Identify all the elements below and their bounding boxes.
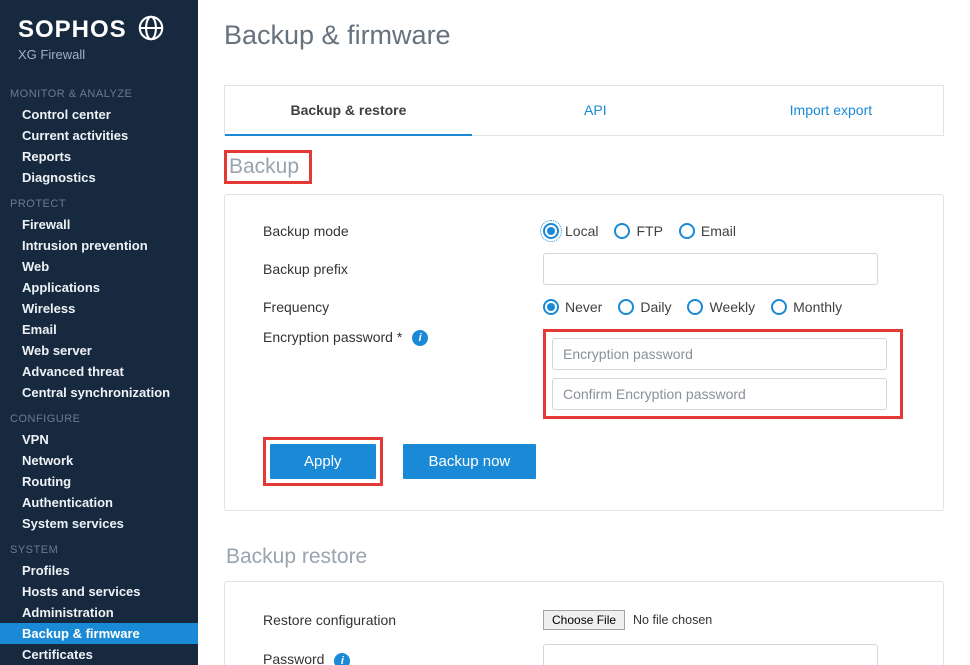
backup-prefix-input[interactable] bbox=[543, 253, 878, 285]
radio-mode-email[interactable]: Email bbox=[679, 223, 736, 239]
label-restore-password: Password i bbox=[263, 651, 543, 665]
radio-label: Daily bbox=[640, 299, 671, 315]
restore-panel: Restore configuration Choose File No fil… bbox=[224, 581, 944, 665]
page-title: Backup & firmware bbox=[224, 20, 944, 51]
radio-icon bbox=[543, 299, 559, 315]
radio-freq-daily[interactable]: Daily bbox=[618, 299, 671, 315]
backup-mode-radios: Local FTP Email bbox=[543, 223, 905, 239]
sidebar: SOPHOS XG Firewall MONITOR & ANALYZECont… bbox=[0, 0, 198, 665]
tab-backup-restore[interactable]: Backup & restore bbox=[225, 86, 472, 136]
label-backup-prefix: Backup prefix bbox=[263, 261, 543, 277]
radio-icon bbox=[618, 299, 634, 315]
info-icon[interactable]: i bbox=[412, 330, 428, 346]
nav-item-firewall[interactable]: Firewall bbox=[0, 214, 198, 235]
nav-item-control-center[interactable]: Control center bbox=[0, 104, 198, 125]
section-title-backup: Backup bbox=[224, 150, 312, 184]
nav-item-vpn[interactable]: VPN bbox=[0, 429, 198, 450]
nav-item-routing[interactable]: Routing bbox=[0, 471, 198, 492]
radio-icon bbox=[771, 299, 787, 315]
nav-item-current-activities[interactable]: Current activities bbox=[0, 125, 198, 146]
nav-item-diagnostics[interactable]: Diagnostics bbox=[0, 167, 198, 188]
radio-icon bbox=[687, 299, 703, 315]
radio-label: Monthly bbox=[793, 299, 842, 315]
label-restore-configuration: Restore configuration bbox=[263, 612, 543, 628]
encryption-password-input[interactable] bbox=[552, 338, 887, 370]
tab-api[interactable]: API bbox=[472, 86, 719, 136]
confirm-encryption-password-input[interactable] bbox=[552, 378, 887, 410]
nav-item-intrusion-prevention[interactable]: Intrusion prevention bbox=[0, 235, 198, 256]
nav-heading: PROTECT bbox=[0, 188, 198, 214]
file-chosen-text: No file chosen bbox=[633, 613, 712, 627]
nav-heading: SYSTEM bbox=[0, 534, 198, 560]
brand-subtitle: XG Firewall bbox=[18, 47, 180, 62]
nav-item-web[interactable]: Web bbox=[0, 256, 198, 277]
label-backup-mode: Backup mode bbox=[263, 223, 543, 239]
radio-label: Local bbox=[565, 223, 598, 239]
nav-heading: CONFIGURE bbox=[0, 403, 198, 429]
radio-label: Email bbox=[701, 223, 736, 239]
radio-freq-monthly[interactable]: Monthly bbox=[771, 299, 842, 315]
nav-item-administration[interactable]: Administration bbox=[0, 602, 198, 623]
info-icon[interactable]: i bbox=[334, 653, 350, 665]
nav-item-certificates[interactable]: Certificates bbox=[0, 644, 198, 665]
radio-label: Never bbox=[565, 299, 602, 315]
restore-password-input[interactable] bbox=[543, 644, 878, 665]
nav-item-backup-firmware[interactable]: Backup & firmware bbox=[0, 623, 198, 644]
radio-mode-ftp[interactable]: FTP bbox=[614, 223, 662, 239]
nav-item-profiles[interactable]: Profiles bbox=[0, 560, 198, 581]
radio-label: Weekly bbox=[709, 299, 755, 315]
nav-item-web-server[interactable]: Web server bbox=[0, 340, 198, 361]
radio-label: FTP bbox=[636, 223, 662, 239]
backup-panel: Backup mode Local FTP Email bbox=[224, 194, 944, 511]
main-content: Backup & firmware Backup & restore API I… bbox=[198, 0, 970, 665]
nav-heading: MONITOR & ANALYZE bbox=[0, 78, 198, 104]
nav-item-system-services[interactable]: System services bbox=[0, 513, 198, 534]
radio-icon bbox=[543, 223, 559, 239]
nav-item-wireless[interactable]: Wireless bbox=[0, 298, 198, 319]
nav-item-email[interactable]: Email bbox=[0, 319, 198, 340]
label-encryption-password: Encryption password * i bbox=[263, 329, 543, 346]
nav-item-applications[interactable]: Applications bbox=[0, 277, 198, 298]
nav-item-central-synchronization[interactable]: Central synchronization bbox=[0, 382, 198, 403]
nav-item-network[interactable]: Network bbox=[0, 450, 198, 471]
choose-file-button[interactable]: Choose File bbox=[543, 610, 625, 630]
radio-icon bbox=[614, 223, 630, 239]
backup-now-button[interactable]: Backup now bbox=[403, 444, 537, 479]
nav: MONITOR & ANALYZEControl centerCurrent a… bbox=[0, 78, 198, 665]
radio-freq-weekly[interactable]: Weekly bbox=[687, 299, 755, 315]
nav-item-hosts-and-services[interactable]: Hosts and services bbox=[0, 581, 198, 602]
tabs: Backup & restore API Import export bbox=[224, 85, 944, 136]
radio-freq-never[interactable]: Never bbox=[543, 299, 602, 315]
brand-logo-icon bbox=[137, 14, 165, 45]
radio-icon bbox=[679, 223, 695, 239]
encryption-password-group bbox=[543, 329, 903, 419]
apply-button[interactable]: Apply bbox=[270, 444, 376, 479]
label-frequency: Frequency bbox=[263, 299, 543, 315]
brand: SOPHOS XG Firewall bbox=[0, 14, 198, 78]
apply-highlight: Apply bbox=[263, 437, 383, 486]
nav-item-reports[interactable]: Reports bbox=[0, 146, 198, 167]
nav-item-advanced-threat[interactable]: Advanced threat bbox=[0, 361, 198, 382]
frequency-radios: Never Daily Weekly Monthly bbox=[543, 299, 905, 315]
brand-name: SOPHOS bbox=[18, 16, 127, 44]
radio-mode-local[interactable]: Local bbox=[543, 223, 598, 239]
section-title-backup-restore: Backup restore bbox=[224, 543, 377, 571]
tab-import-export[interactable]: Import export bbox=[719, 86, 943, 136]
nav-item-authentication[interactable]: Authentication bbox=[0, 492, 198, 513]
